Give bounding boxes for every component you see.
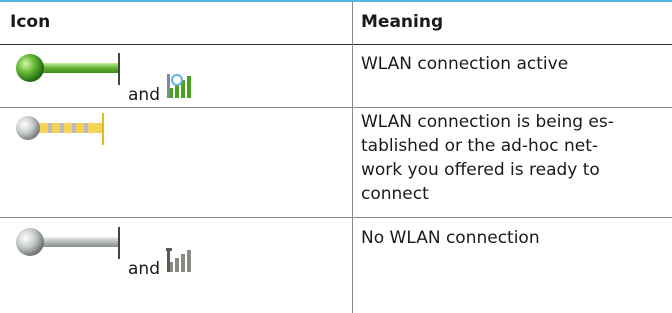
column-divider xyxy=(352,2,353,313)
meaning-active: WLAN connection active xyxy=(361,54,569,74)
meaning-establishing: WLAN connection is being es- tablished o… xyxy=(361,110,661,206)
wlan-inactive-indicator-icon xyxy=(16,227,120,259)
header-icon: Icon xyxy=(10,12,51,32)
meaning-line: tablished or the ad-hoc net- xyxy=(361,136,599,156)
table-top-rule xyxy=(0,0,672,2)
and-connector: and xyxy=(128,85,160,105)
meaning-line: work you offered is ready to xyxy=(361,160,600,180)
header-meaning: Meaning xyxy=(361,12,444,32)
table-row: and xyxy=(0,218,350,313)
table-row: and xyxy=(0,45,350,107)
wlan-signal-gray-icon xyxy=(166,248,191,272)
meaning-inactive: No WLAN connection xyxy=(361,228,540,248)
wlan-active-indicator-icon xyxy=(16,53,120,85)
meaning-line: connect xyxy=(361,184,429,204)
and-connector: and xyxy=(128,259,160,279)
meaning-line: WLAN connection is being es- xyxy=(361,112,614,132)
wlan-signal-green-icon xyxy=(167,74,191,98)
wlan-establishing-indicator-icon xyxy=(16,113,104,145)
table-row xyxy=(0,108,350,217)
